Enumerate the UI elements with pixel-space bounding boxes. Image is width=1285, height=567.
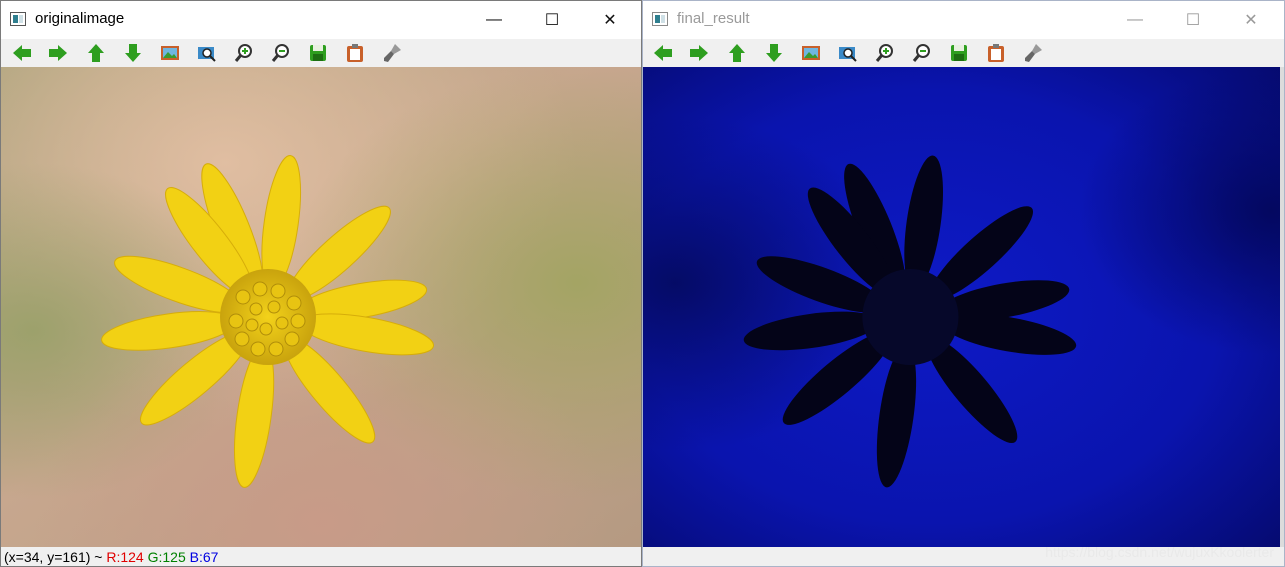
arrow-right-icon[interactable] <box>688 42 710 64</box>
zoom-out-icon[interactable] <box>270 42 292 64</box>
original-image-canvas[interactable] <box>1 67 641 547</box>
original-image-window: originalimage — ☐ ✕ (x=34, y=161) ~ R:12… <box>0 0 642 567</box>
blue-value: B:67 <box>189 549 219 565</box>
arrow-left-icon[interactable] <box>11 42 33 64</box>
zoom-in-icon[interactable] <box>874 42 896 64</box>
flower-photo <box>1 67 641 547</box>
result-image <box>643 67 1284 547</box>
arrow-down-icon[interactable] <box>122 42 144 64</box>
zoom-out-icon[interactable] <box>911 42 933 64</box>
window-title: final_result <box>677 10 750 27</box>
image-icon[interactable] <box>800 42 822 64</box>
title-bar[interactable]: originalimage — ☐ ✕ <box>1 1 641 39</box>
arrow-down-icon[interactable] <box>763 42 785 64</box>
result-image-canvas[interactable] <box>643 67 1284 547</box>
copy-icon[interactable] <box>985 42 1007 64</box>
toolbar <box>643 39 1284 67</box>
zoom-fit-icon[interactable] <box>837 42 859 64</box>
status-bar: (x=34, y=161) ~ R:124 G:125 B:67 <box>1 547 641 566</box>
title-bar[interactable]: final_result — ☐ ✕ <box>643 1 1284 39</box>
toolbar <box>1 39 641 67</box>
save-icon[interactable] <box>307 42 329 64</box>
window-title: originalimage <box>35 10 125 27</box>
green-value: G:125 <box>147 549 186 565</box>
maximize-button[interactable]: ☐ <box>529 1 575 39</box>
arrow-up-icon[interactable] <box>85 42 107 64</box>
red-value: R:124 <box>106 549 144 565</box>
copy-icon[interactable] <box>344 42 366 64</box>
zoom-in-icon[interactable] <box>233 42 255 64</box>
minimize-button[interactable]: — <box>471 1 517 39</box>
arrow-left-icon[interactable] <box>652 42 674 64</box>
zoom-fit-icon[interactable] <box>196 42 218 64</box>
minimize-button[interactable]: — <box>1112 1 1158 39</box>
save-icon[interactable] <box>948 42 970 64</box>
final-result-window: final_result — ☐ ✕ https://blog.csdn.net… <box>642 0 1285 567</box>
cursor-coordinates: (x=34, y=161) ~ <box>4 549 107 565</box>
close-button[interactable]: ✕ <box>587 1 633 39</box>
properties-icon[interactable] <box>381 42 403 64</box>
properties-icon[interactable] <box>1022 42 1044 64</box>
arrow-up-icon[interactable] <box>726 42 748 64</box>
vertical-scrollbar[interactable] <box>1280 67 1284 547</box>
image-icon[interactable] <box>159 42 181 64</box>
window-app-icon <box>10 12 26 26</box>
maximize-button[interactable]: ☐ <box>1170 1 1216 39</box>
arrow-right-icon[interactable] <box>47 42 69 64</box>
window-app-icon <box>652 12 668 26</box>
watermark: https://blog.csdn.net/wujuxKkoolerter <box>1045 544 1274 560</box>
close-button[interactable]: ✕ <box>1228 1 1274 39</box>
